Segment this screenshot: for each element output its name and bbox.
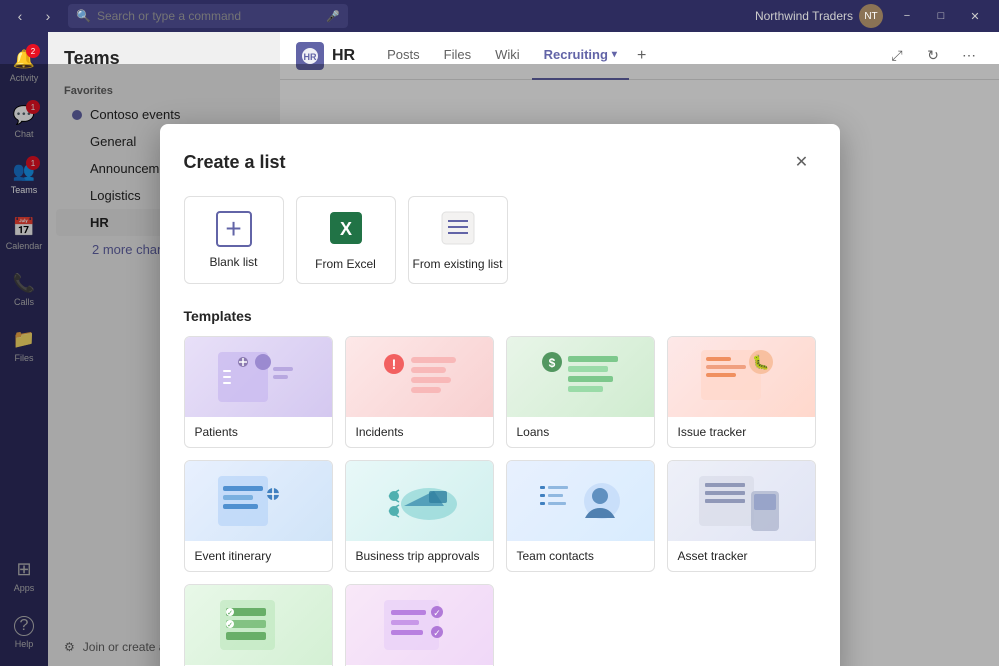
blank-list-label: Blank list — [209, 255, 257, 269]
existing-icon — [440, 210, 476, 249]
template-thumb-onboarding: ✓ ✓ — [346, 585, 493, 665]
template-team-contacts[interactable]: Team contacts — [506, 460, 655, 572]
activity-badge: 2 — [26, 44, 40, 58]
excel-icon: X — [328, 210, 364, 249]
template-project-planning[interactable]: ✓ ✓ Project planning — [184, 584, 333, 666]
mic-icon: 🎤 — [326, 10, 340, 23]
template-asset-tracker[interactable]: Asset tracker — [667, 460, 816, 572]
from-existing-label: From existing list — [412, 257, 502, 271]
template-thumb-event — [185, 461, 332, 541]
templates-grid: Patients ! Incidents — [184, 336, 816, 666]
svg-text:X: X — [339, 219, 351, 239]
dropdown-icon: ▾ — [612, 49, 617, 60]
search-input[interactable] — [97, 9, 320, 23]
template-name-patients: Patients — [185, 417, 332, 447]
search-bar[interactable]: 🔍 🎤 — [68, 4, 348, 28]
template-onboarding[interactable]: ✓ ✓ Onboarding checklist — [345, 584, 494, 666]
blank-list-option[interactable]: + Blank list — [184, 196, 284, 284]
modal-header: Create a list ✕ — [184, 148, 816, 176]
svg-text:✓: ✓ — [433, 608, 441, 618]
maximize-button[interactable]: □ — [925, 6, 957, 26]
template-name-loans: Loans — [507, 417, 654, 447]
template-loans[interactable]: $ Loans — [506, 336, 655, 448]
user-info: Northwind Traders NT — [755, 4, 883, 28]
back-button[interactable]: ‹ — [8, 4, 32, 28]
template-name-event-itinerary: Event itinerary — [185, 541, 332, 571]
avatar: NT — [859, 4, 883, 28]
hr-channel-icon-svg: HR — [301, 47, 319, 65]
from-excel-option[interactable]: X From Excel — [296, 196, 396, 284]
templates-label: Templates — [184, 308, 816, 324]
from-excel-label: From Excel — [315, 257, 376, 271]
svg-text:✓: ✓ — [433, 628, 441, 638]
svg-text:✓: ✓ — [227, 622, 233, 629]
from-existing-option[interactable]: From existing list — [408, 196, 508, 284]
svg-text:$: $ — [549, 356, 556, 370]
forward-button[interactable]: › — [36, 4, 60, 28]
minimize-button[interactable]: − — [891, 6, 923, 26]
template-thumb-project: ✓ ✓ — [185, 585, 332, 665]
modal-close-button[interactable]: ✕ — [788, 148, 816, 176]
template-thumb-loans: $ — [507, 337, 654, 417]
template-thumb-issue: 🐛 — [668, 337, 815, 417]
nav-buttons: ‹ › — [8, 4, 60, 28]
user-name: Northwind Traders — [755, 9, 853, 23]
template-thumb-business — [346, 461, 493, 541]
template-issue-tracker[interactable]: 🐛 Issue tracker — [667, 336, 816, 448]
template-patients[interactable]: Patients — [184, 336, 333, 448]
template-event-itinerary[interactable]: Event itinerary — [184, 460, 333, 572]
title-bar-left: ‹ › 🔍 🎤 — [8, 4, 348, 28]
blank-list-icon: + — [216, 211, 252, 247]
template-thumb-asset — [668, 461, 815, 541]
title-bar-right: Northwind Traders NT − □ ✕ — [755, 4, 991, 28]
create-list-modal: Create a list ✕ + Blank list X From — [160, 124, 840, 666]
svg-text:!: ! — [392, 356, 397, 372]
template-business-trip[interactable]: Business trip approvals — [345, 460, 494, 572]
template-name-team-contacts: Team contacts — [507, 541, 654, 571]
modal-overlay: Create a list ✕ + Blank list X From — [0, 64, 999, 666]
svg-text:HR: HR — [304, 52, 317, 62]
template-thumb-patients — [185, 337, 332, 417]
template-incidents[interactable]: ! Incidents — [345, 336, 494, 448]
template-thumb-team — [507, 461, 654, 541]
options-row: + Blank list X From Excel — [184, 196, 816, 284]
close-button[interactable]: ✕ — [959, 6, 991, 26]
channel-name: HR — [332, 47, 355, 65]
svg-text:🐛: 🐛 — [752, 354, 769, 371]
title-bar: ‹ › 🔍 🎤 Northwind Traders NT − □ ✕ — [0, 0, 999, 32]
template-thumb-incidents: ! — [346, 337, 493, 417]
template-name-business-trip: Business trip approvals — [346, 541, 493, 571]
template-name-asset-tracker: Asset tracker — [668, 541, 815, 571]
window-controls: − □ ✕ — [891, 6, 991, 26]
modal-title: Create a list — [184, 152, 286, 173]
search-icon: 🔍 — [76, 9, 91, 23]
template-name-issue-tracker: Issue tracker — [668, 417, 815, 447]
svg-text:✓: ✓ — [227, 610, 233, 617]
template-name-incidents: Incidents — [346, 417, 493, 447]
